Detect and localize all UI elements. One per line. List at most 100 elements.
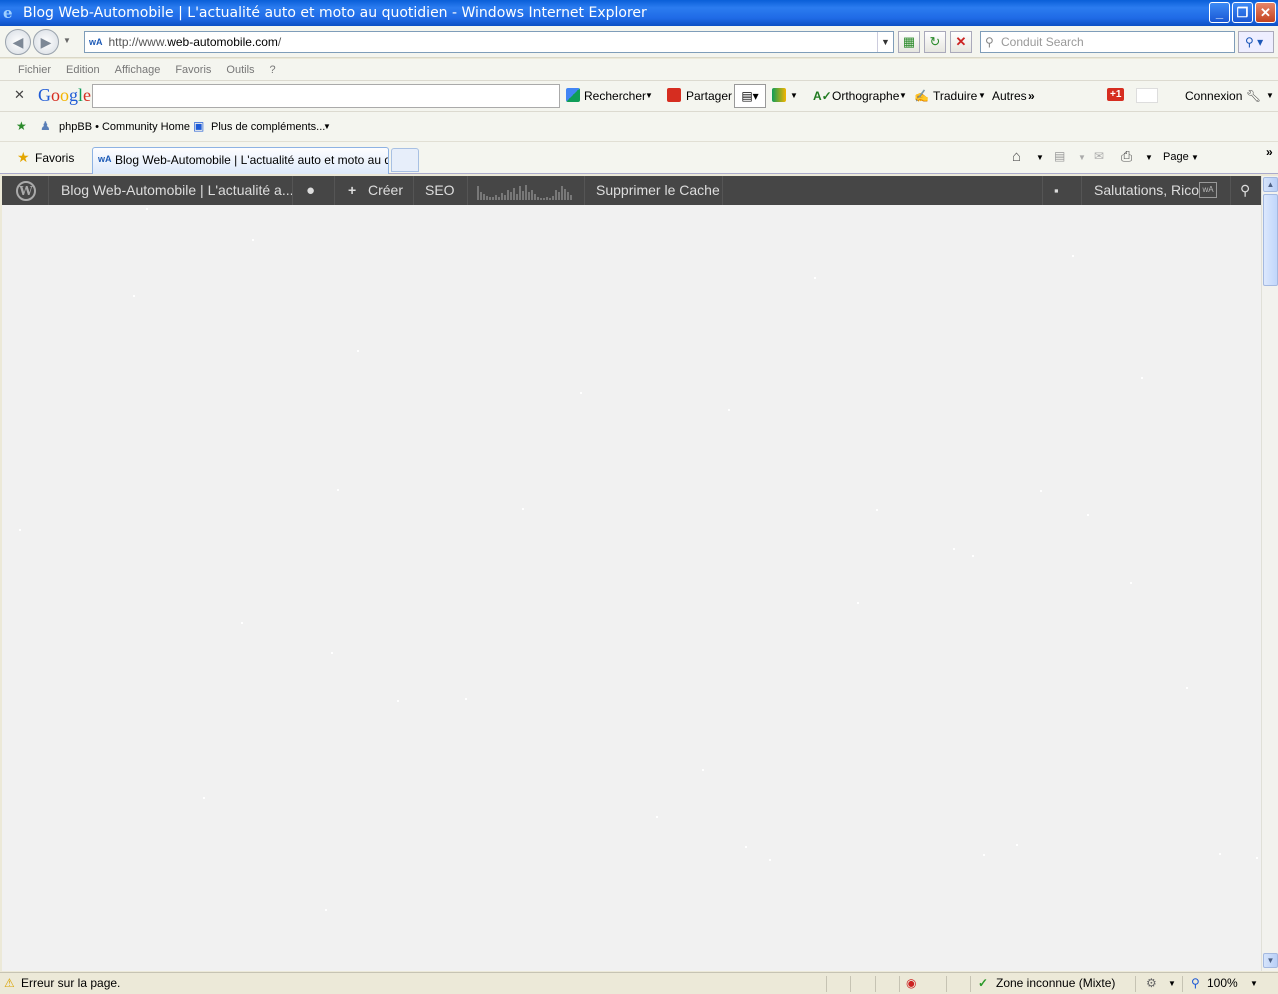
compatibility-view-icon[interactable]: ▦ xyxy=(898,31,920,53)
divider xyxy=(826,976,827,992)
wp-site-name[interactable]: Blog Web-Automobile | L'actualité a... xyxy=(61,176,294,205)
divider xyxy=(48,176,49,205)
menu-file[interactable]: Fichier xyxy=(18,64,51,76)
menu-edit[interactable]: Edition xyxy=(66,64,100,76)
divider xyxy=(584,176,585,205)
favorites-button[interactable]: Favoris xyxy=(35,151,74,165)
back-button[interactable]: ◀ xyxy=(5,29,31,55)
scroll-thumb[interactable] xyxy=(1263,194,1278,286)
share-icon xyxy=(667,88,681,102)
comments-icon[interactable]: ● xyxy=(306,176,315,205)
scroll-down-arrow-icon[interactable]: ▼ xyxy=(1263,953,1278,968)
history-dropdown-icon[interactable]: ▼ xyxy=(63,36,71,45)
wp-create-button[interactable]: Créer xyxy=(368,176,403,205)
print-dropdown-icon[interactable]: ▼ xyxy=(1145,153,1153,162)
print-icon[interactable]: ⎙ xyxy=(1121,148,1132,165)
settings-dropdown-icon[interactable]: ▼ xyxy=(1266,91,1274,100)
addons-dropdown-icon[interactable]: ▼ xyxy=(323,122,331,131)
mail-icon[interactable]: ✉ xyxy=(1094,149,1104,163)
protected-dropdown-icon[interactable]: ▼ xyxy=(1168,979,1176,988)
menu-favorites[interactable]: Favoris xyxy=(175,64,211,76)
divider xyxy=(1135,976,1136,992)
translate-dropdown-icon[interactable]: ▼ xyxy=(978,91,986,100)
tab-active[interactable]: wA Blog Web-Automobile | L'actualité aut… xyxy=(92,147,389,174)
page-menu-button[interactable]: Page xyxy=(1163,151,1189,163)
scroll-up-arrow-icon[interactable]: ▲ xyxy=(1263,177,1278,192)
close-window-button[interactable]: ✕ xyxy=(1255,2,1276,23)
more-button[interactable]: Autres xyxy=(992,89,1027,103)
login-button[interactable]: Connexion xyxy=(1185,89,1242,103)
ie-logo-icon: e xyxy=(3,4,13,22)
google-search-input[interactable] xyxy=(92,84,560,108)
link-addons[interactable]: Plus de compléments... xyxy=(211,121,325,133)
wp-search-icon[interactable]: ⚲ xyxy=(1240,176,1250,205)
divider xyxy=(875,976,876,992)
close-toolbar-icon[interactable]: ✕ xyxy=(14,87,25,103)
snow-dot xyxy=(953,548,955,550)
wp-greeting[interactable]: Salutations, Rico xyxy=(1094,176,1199,205)
status-message[interactable]: Erreur sur la page. xyxy=(21,976,120,990)
google-search-button[interactable]: Rechercher xyxy=(584,89,646,103)
minimize-button[interactable]: _ xyxy=(1209,2,1230,23)
warning-icon[interactable]: ⚠ xyxy=(4,976,15,990)
security-zone[interactable]: Zone inconnue (Mixte) xyxy=(996,976,1115,990)
snow-dot xyxy=(1040,490,1042,492)
autofill-dropdown-icon[interactable]: ▼ xyxy=(790,91,798,100)
divider xyxy=(292,176,293,205)
zone-check-icon: ✓ xyxy=(978,976,989,990)
share-button[interactable]: Partager xyxy=(686,89,732,103)
divider xyxy=(1230,176,1231,205)
snow-dot xyxy=(983,854,985,856)
add-favorites-icon[interactable]: ★ xyxy=(16,119,27,133)
menu-help[interactable]: ? xyxy=(270,64,276,76)
address-field[interactable]: wA http://www. web-automobile.com / ▼ xyxy=(84,31,894,53)
stats-sparkline-icon[interactable] xyxy=(476,182,574,200)
restore-button[interactable]: ❐ xyxy=(1232,2,1253,23)
link-phpbb[interactable]: phpBB • Community Home xyxy=(59,121,190,133)
wrench-icon[interactable]: 🔧︎ xyxy=(1246,89,1261,103)
vertical-scrollbar[interactable]: ▲ ▼ xyxy=(1261,176,1278,971)
zoom-level[interactable]: 100% xyxy=(1207,976,1238,990)
divider xyxy=(413,176,414,205)
toolbar-overflow-icon[interactable]: » xyxy=(1266,145,1273,159)
divider xyxy=(850,976,851,992)
wordpress-logo-icon[interactable]: W xyxy=(16,181,36,201)
spelling-button[interactable]: Orthographe xyxy=(832,89,899,103)
zoom-dropdown-icon[interactable]: ▼ xyxy=(1250,979,1258,988)
forward-button[interactable]: ▶ xyxy=(33,29,59,55)
window-titlebar[interactable]: e Blog Web-Automobile | L'actualité auto… xyxy=(0,0,1278,26)
snow-dot xyxy=(1072,255,1074,257)
refresh-icon[interactable]: ↻ xyxy=(924,31,946,53)
spelling-dropdown-icon[interactable]: ▼ xyxy=(899,91,907,100)
stop-icon[interactable]: ✕ xyxy=(950,31,972,53)
divider xyxy=(946,976,947,992)
translate-button[interactable]: Traduire xyxy=(933,89,977,103)
search-input[interactable]: ⚲ Conduit Search xyxy=(980,31,1235,53)
menu-view[interactable]: Affichage xyxy=(115,64,161,76)
translate-icon: ✍ xyxy=(914,89,929,103)
links-bar: ★ ♟ phpBB • Community Home ▣ Plus de com… xyxy=(0,112,1278,142)
wp-clear-cache-button[interactable]: Supprimer le Cache xyxy=(596,176,720,205)
autofill-icon[interactable] xyxy=(772,88,786,102)
more-chevron-icon[interactable]: » xyxy=(1028,89,1035,103)
search-dropdown-icon[interactable]: ▼ xyxy=(645,91,653,100)
search-button[interactable]: ⚲ ▾ xyxy=(1238,31,1274,53)
snow-dot xyxy=(252,239,254,241)
protected-mode-icon[interactable]: ⚙ xyxy=(1146,976,1157,990)
home-icon[interactable]: ⌂ xyxy=(1012,148,1021,165)
home-dropdown-icon[interactable]: ▼ xyxy=(1036,153,1044,162)
wp-seo-button[interactable]: SEO xyxy=(425,176,455,205)
divider xyxy=(1081,176,1082,205)
popup-blocker-button[interactable]: ▤▾ xyxy=(734,84,766,108)
address-dropdown-icon[interactable]: ▼ xyxy=(877,32,893,52)
feeds-dropdown-icon[interactable]: ▼ xyxy=(1078,153,1086,162)
page-dropdown-icon[interactable]: ▼ xyxy=(1191,153,1199,162)
user-avatar[interactable]: wA xyxy=(1199,182,1217,198)
privacy-icon[interactable]: ◉ xyxy=(906,976,916,990)
feeds-icon[interactable]: ▤ xyxy=(1054,149,1065,163)
menu-tools[interactable]: Outils xyxy=(226,64,254,76)
window-controls: _ ❐ ✕ xyxy=(1209,2,1276,23)
new-tab-button[interactable] xyxy=(391,148,419,172)
notifications-icon[interactable]: ▪ xyxy=(1054,176,1059,205)
gplus-button[interactable]: +1 xyxy=(1107,88,1125,101)
